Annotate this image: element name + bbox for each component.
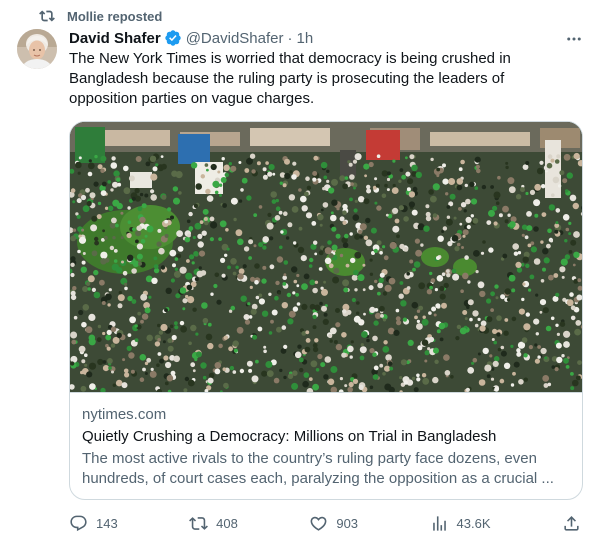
author-handle[interactable]: @DavidShafer <box>186 30 284 47</box>
repost-label: Mollie reposted <box>67 8 163 24</box>
separator-dot: · <box>287 29 293 47</box>
reply-count: 143 <box>96 515 118 531</box>
tweet-text: The New York Times is worried that democ… <box>69 50 511 107</box>
views-icon <box>432 515 446 531</box>
share-button[interactable] <box>562 514 581 533</box>
tweet-actions: 143 408 903 43.6K <box>69 511 581 535</box>
repost-count: 408 <box>216 515 238 531</box>
like-button[interactable]: 903 <box>309 514 358 533</box>
repost-context[interactable]: Mollie reposted <box>39 6 162 26</box>
repost-icon <box>189 516 209 530</box>
like-icon <box>310 516 327 531</box>
link-card[interactable]: nytimes.com Quietly Crushing a Democracy… <box>69 121 583 500</box>
reply-icon <box>70 515 87 531</box>
card-domain: nytimes.com <box>82 406 167 423</box>
reply-button[interactable]: 143 <box>69 514 118 533</box>
card-image[interactable] <box>70 122 582 392</box>
tweet-header: David Shafer @DavidShafer · 1h <box>69 28 313 48</box>
share-icon <box>564 515 579 531</box>
card-description: The most active rivals to the country’s … <box>82 450 554 487</box>
repost-button[interactable]: 408 <box>189 514 238 533</box>
more-options-button[interactable] <box>565 30 583 48</box>
like-count: 903 <box>336 515 359 531</box>
repost-icon <box>39 10 55 22</box>
verified-badge-icon[interactable] <box>164 29 182 47</box>
views-button[interactable]: 43.6K <box>430 514 491 533</box>
avatar[interactable] <box>17 29 57 69</box>
tweet-time[interactable]: 1h <box>296 30 313 47</box>
more-icon <box>567 37 581 41</box>
card-title[interactable]: Quietly Crushing a Democracy: Millions o… <box>82 427 570 447</box>
author-name[interactable]: David Shafer <box>69 30 161 47</box>
views-count: 43.6K <box>456 515 491 531</box>
card-body: nytimes.com Quietly Crushing a Democracy… <box>70 392 582 489</box>
